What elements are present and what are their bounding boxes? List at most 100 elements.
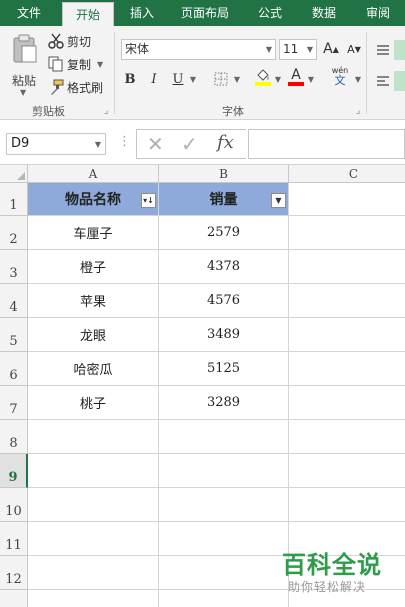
borders-button[interactable]: [210, 69, 232, 89]
align-top-button[interactable]: [374, 40, 392, 60]
group-divider: [366, 32, 367, 114]
chevron-down-icon[interactable]: ▼: [273, 69, 283, 89]
filter-sort-icon[interactable]: ▾↓: [141, 193, 156, 208]
row-header[interactable]: 7: [0, 386, 28, 420]
format-painter-button[interactable]: 格式刷: [48, 77, 103, 97]
dialog-launcher-icon[interactable]: ⌟: [356, 106, 360, 116]
column-header-b[interactable]: B: [159, 165, 289, 183]
table-cell[interactable]: [159, 522, 289, 556]
fill-color-button[interactable]: [253, 67, 273, 87]
filter-dropdown-icon[interactable]: ▼: [271, 193, 286, 208]
grow-font-glyph: A: [323, 41, 333, 57]
table-cell[interactable]: [289, 318, 405, 352]
column-header-c[interactable]: C: [289, 165, 405, 183]
table-cell[interactable]: [289, 284, 405, 318]
table-cell[interactable]: [159, 454, 289, 488]
table-cell[interactable]: 车厘子: [28, 216, 159, 250]
tab-home[interactable]: 开始: [62, 2, 114, 26]
formula-input[interactable]: [248, 129, 405, 159]
phonetic-guide-button[interactable]: wén 文: [327, 66, 353, 86]
tab-formulas[interactable]: 公式: [248, 0, 292, 26]
table-cell[interactable]: 3289: [159, 386, 289, 420]
cancel-icon[interactable]: ✕: [147, 132, 164, 156]
table-cell[interactable]: 苹果: [28, 284, 159, 318]
table-cell[interactable]: 龙眼: [28, 318, 159, 352]
chevron-down-icon[interactable]: ▼: [306, 69, 316, 89]
underline-button[interactable]: U: [169, 69, 187, 89]
table-cell[interactable]: [28, 522, 159, 556]
insert-function-button[interactable]: fx: [217, 132, 234, 153]
align-middle-button[interactable]: [394, 40, 405, 60]
table-cell[interactable]: [289, 386, 405, 420]
chevron-down-icon[interactable]: ▼: [232, 69, 242, 89]
table-cell[interactable]: [28, 488, 159, 522]
table-cell[interactable]: [159, 590, 289, 607]
table-cell[interactable]: [289, 216, 405, 250]
row-header-selected[interactable]: 9: [0, 454, 28, 488]
copy-button[interactable]: 复制 ▼: [48, 54, 103, 74]
table-cell[interactable]: [159, 420, 289, 454]
row-header[interactable]: 10: [0, 488, 28, 522]
select-all-corner[interactable]: [0, 165, 28, 183]
table-header-cell[interactable]: 物品名称 ▾↓: [28, 183, 159, 216]
table-cell[interactable]: [28, 556, 159, 590]
chevron-down-icon: ▼: [265, 45, 272, 54]
chevron-down-icon[interactable]: ▼: [188, 69, 198, 89]
row-header[interactable]: 8: [0, 420, 28, 454]
align-center-button[interactable]: [394, 71, 405, 91]
table-cell[interactable]: 3489: [159, 318, 289, 352]
align-left-button[interactable]: [374, 71, 392, 91]
row-header[interactable]: 11: [0, 522, 28, 556]
font-name-select[interactable]: 宋体 ▼: [121, 39, 276, 60]
dialog-launcher-icon[interactable]: ⌟: [104, 106, 108, 116]
align-top-icon: [377, 45, 389, 55]
row-header[interactable]: 5: [0, 318, 28, 352]
row-header[interactable]: 6: [0, 352, 28, 386]
tab-review[interactable]: 审阅: [356, 0, 400, 26]
table-cell[interactable]: [28, 454, 159, 488]
table-cell[interactable]: [289, 488, 405, 522]
tab-insert[interactable]: 插入: [120, 0, 164, 26]
grow-font-button[interactable]: A ▲: [320, 39, 342, 59]
table-cell[interactable]: 哈密瓜: [28, 352, 159, 386]
font-size-select[interactable]: 11 ▼: [279, 39, 317, 60]
row-header[interactable]: [0, 590, 28, 607]
chevron-down-icon[interactable]: ▼: [353, 69, 363, 89]
font-color-button[interactable]: A: [287, 67, 305, 87]
table-cell[interactable]: [159, 556, 289, 590]
table-cell[interactable]: 桃子: [28, 386, 159, 420]
row-header[interactable]: 3: [0, 250, 28, 284]
table-cell[interactable]: [289, 250, 405, 284]
tab-file[interactable]: 文件: [6, 0, 52, 26]
watermark-title: 百科全说: [282, 551, 382, 579]
name-box[interactable]: D9 ▼: [6, 133, 106, 155]
table-cell[interactable]: 橙子: [28, 250, 159, 284]
table-cell[interactable]: [289, 352, 405, 386]
table-cell[interactable]: [289, 420, 405, 454]
table-cell[interactable]: [159, 488, 289, 522]
row-header[interactable]: 1: [0, 183, 28, 216]
cut-button[interactable]: 剪切: [48, 31, 91, 51]
row-header[interactable]: 4: [0, 284, 28, 318]
tab-page-layout[interactable]: 页面布局: [172, 0, 238, 26]
tab-data[interactable]: 数据: [302, 0, 346, 26]
italic-button[interactable]: I: [145, 69, 163, 89]
shrink-font-button[interactable]: A ▼: [343, 39, 365, 59]
table-cell[interactable]: [28, 590, 159, 607]
bold-button[interactable]: B: [121, 69, 139, 89]
row-header[interactable]: 2: [0, 216, 28, 250]
table-cell[interactable]: 5125: [159, 352, 289, 386]
ribbon: 粘贴 ▼ 剪切 复制 ▼ 格式刷 剪贴板 ⌟ 宋体 ▼ 11 ▼ A ▲ A ▼ B…: [0, 26, 405, 120]
table-cell[interactable]: [28, 420, 159, 454]
table-cell[interactable]: 2579: [159, 216, 289, 250]
table-cell[interactable]: 4378: [159, 250, 289, 284]
paste-button[interactable]: 粘贴 ▼: [6, 32, 44, 98]
more-dots-icon[interactable]: ⋮: [118, 134, 131, 149]
column-header-a[interactable]: A: [28, 165, 159, 183]
table-cell[interactable]: 4576: [159, 284, 289, 318]
check-icon[interactable]: ✓: [181, 132, 198, 156]
row-header[interactable]: 12: [0, 556, 28, 590]
table-cell[interactable]: [289, 454, 405, 488]
table-header-cell[interactable]: 销量 ▼: [159, 183, 289, 216]
table-cell[interactable]: [289, 183, 405, 216]
